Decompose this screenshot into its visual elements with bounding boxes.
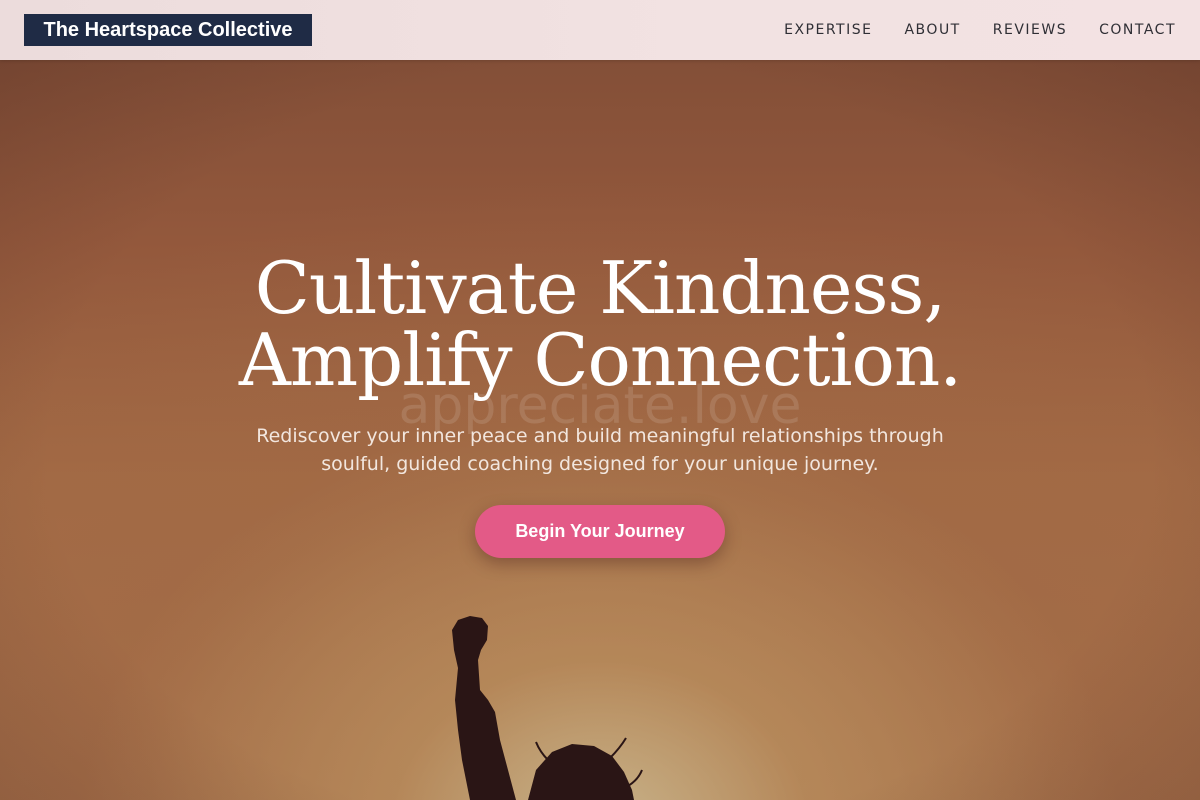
hero-headline: Cultivate Kindness, Amplify Connection. xyxy=(0,252,1200,396)
nav-about-link[interactable]: ABOUT xyxy=(904,22,960,38)
nav-reviews-link[interactable]: REVIEWS xyxy=(993,22,1067,38)
main-nav: EXPERTISE ABOUT REVIEWS CONTACT xyxy=(784,0,1176,60)
nav-expertise-link[interactable]: EXPERTISE xyxy=(784,22,872,38)
nav-contact-link[interactable]: CONTACT xyxy=(1099,22,1176,38)
brand-logo[interactable]: The Heartspace Collective xyxy=(24,14,312,46)
site-header: The Heartspace Collective EXPERTISE ABOU… xyxy=(0,0,1200,60)
headline-line-2: Amplify Connection. xyxy=(238,318,962,402)
begin-journey-button[interactable]: Begin Your Journey xyxy=(475,505,725,558)
hero-subtitle: Rediscover your inner peace and build me… xyxy=(256,425,944,475)
headline-line-1: Cultivate Kindness, xyxy=(254,246,947,330)
